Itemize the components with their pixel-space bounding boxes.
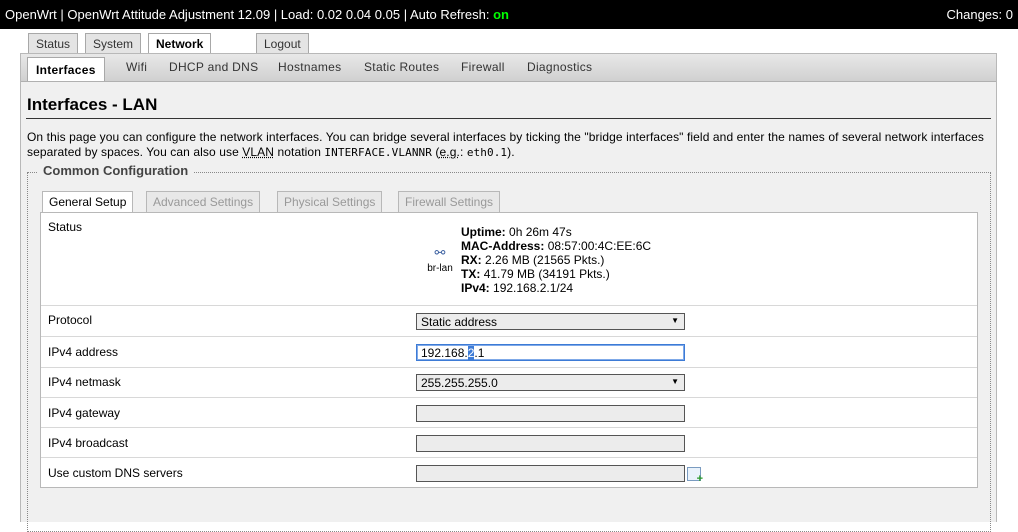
vlan-abbr: VLAN <box>242 145 275 159</box>
ipv4-address-label: IPv4 address <box>48 345 119 359</box>
tab-network[interactable]: Network <box>148 33 212 54</box>
subtab-wifi[interactable]: Wifi <box>126 60 147 74</box>
subtab-dhcp-dns[interactable]: DHCP and DNS <box>169 60 258 74</box>
subtab-firewall[interactable]: Firewall <box>461 60 505 74</box>
protocol-label: Protocol <box>48 313 93 327</box>
main-tabs: Status System Network Logout <box>0 29 1018 54</box>
add-dns-icon[interactable] <box>687 467 703 485</box>
subtab-diagnostics[interactable]: Diagnostics <box>527 60 592 74</box>
common-configuration-section: Common Configuration General Setup Advan… <box>27 163 991 532</box>
tab-status[interactable]: Status <box>28 33 79 53</box>
ipv4-netmask-row: IPv4 netmask 255.255.255.0 <box>41 368 977 398</box>
protocol-row: Protocol Static address <box>41 306 977 337</box>
uptime-label: Uptime: <box>461 225 506 239</box>
interface-stats: Uptime: 0h 26m 47s MAC-Address: 08:57:00… <box>461 225 651 295</box>
page-description: On this page you can configure the netwo… <box>27 130 987 160</box>
ipv4-gateway-label: IPv4 gateway <box>48 406 121 420</box>
subtab-interfaces[interactable]: Interfaces <box>27 57 105 81</box>
ipv4-label: IPv4: <box>461 281 490 295</box>
status-row: Status ⚯ br-lan Uptime: 0h 26m 47s MAC-A… <box>41 213 977 306</box>
ipv4-value: 192.168.2.1/24 <box>493 281 574 295</box>
tab-general-setup[interactable]: General Setup <box>42 191 134 213</box>
rx-label: RX: <box>461 253 482 267</box>
header-title-text: OpenWrt | OpenWrt Attitude Adjustment 12… <box>5 7 490 22</box>
changes-counter[interactable]: Changes: 0 <box>947 7 1014 22</box>
bridge-icon: ⚯ <box>434 245 446 260</box>
tab-physical-settings[interactable]: Physical Settings <box>277 191 383 212</box>
subtab-static-routes[interactable]: Static Routes <box>364 60 439 74</box>
tab-system[interactable]: System <box>85 33 142 53</box>
ipv4-address-input[interactable]: 192.168.2.1 <box>416 344 685 361</box>
ipv4-netmask-label: IPv4 netmask <box>48 375 121 389</box>
top-header: OpenWrt | OpenWrt Attitude Adjustment 12… <box>0 0 1018 29</box>
eg-abbr: e.g. <box>439 145 460 159</box>
ipv4-broadcast-input[interactable] <box>416 435 685 452</box>
subtab-hostnames[interactable]: Hostnames <box>278 60 341 74</box>
desc-text-3: ( <box>431 145 440 159</box>
desc-code-1: INTERFACE.VLANNR <box>324 146 432 159</box>
tx-label: TX: <box>461 267 481 281</box>
tab-logout[interactable]: Logout <box>256 33 309 53</box>
main-content: Interfaces - LAN On this page you can co… <box>21 82 996 532</box>
desc-code-2: eth0.1 <box>466 146 508 159</box>
tx-value: 41.79 MB (34191 Pkts.) <box>483 267 610 281</box>
ipv4-gateway-row: IPv4 gateway <box>41 398 977 428</box>
interface-name: br-lan <box>427 263 453 274</box>
tab-advanced-settings[interactable]: Advanced Settings <box>146 191 261 212</box>
ipv4-address-row: IPv4 address 192.168.2.1 <box>41 337 977 368</box>
custom-dns-input[interactable] <box>416 465 685 482</box>
rx-value: 2.26 MB (21565 Pkts.) <box>485 253 605 267</box>
custom-dns-label: Use custom DNS servers <box>48 466 183 480</box>
ipv4-broadcast-label: IPv4 broadcast <box>48 436 129 450</box>
ipv4-gateway-input[interactable] <box>416 405 685 422</box>
tab-firewall-settings[interactable]: Firewall Settings <box>398 191 501 212</box>
ipv4-netmask-select[interactable]: 255.255.255.0 <box>416 374 685 391</box>
title-divider <box>26 118 991 119</box>
sub-navigation: Interfaces Wifi DHCP and DNS Hostnames S… <box>21 54 996 82</box>
auto-refresh-toggle[interactable]: on <box>493 7 509 22</box>
bridge-interface: ⚯ br-lan <box>425 245 455 274</box>
section-legend: Common Configuration <box>38 163 194 178</box>
desc-text-5: ). <box>507 145 515 159</box>
custom-dns-row: Use custom DNS servers <box>41 458 977 487</box>
mac-label: MAC-Address: <box>461 239 545 253</box>
uptime-value: 0h 26m 47s <box>509 225 572 239</box>
status-label: Status <box>48 220 83 234</box>
protocol-select[interactable]: Static address <box>416 313 685 330</box>
ipv4-address-text-post: .1 <box>474 346 485 360</box>
desc-text-2: notation <box>274 145 325 159</box>
content-frame: Interfaces Wifi DHCP and DNS Hostnames S… <box>20 53 997 532</box>
general-setup-panel: Status ⚯ br-lan Uptime: 0h 26m 47s MAC-A… <box>40 212 978 488</box>
ipv4-broadcast-row: IPv4 broadcast <box>41 428 977 458</box>
header-title: OpenWrt | OpenWrt Attitude Adjustment 12… <box>5 7 509 22</box>
desc-text-4: : <box>459 145 467 159</box>
mac-value: 08:57:00:4C:EE:6C <box>547 239 652 253</box>
page-title: Interfaces - LAN <box>27 95 158 114</box>
ipv4-address-text-pre: 192.168. <box>421 346 468 360</box>
